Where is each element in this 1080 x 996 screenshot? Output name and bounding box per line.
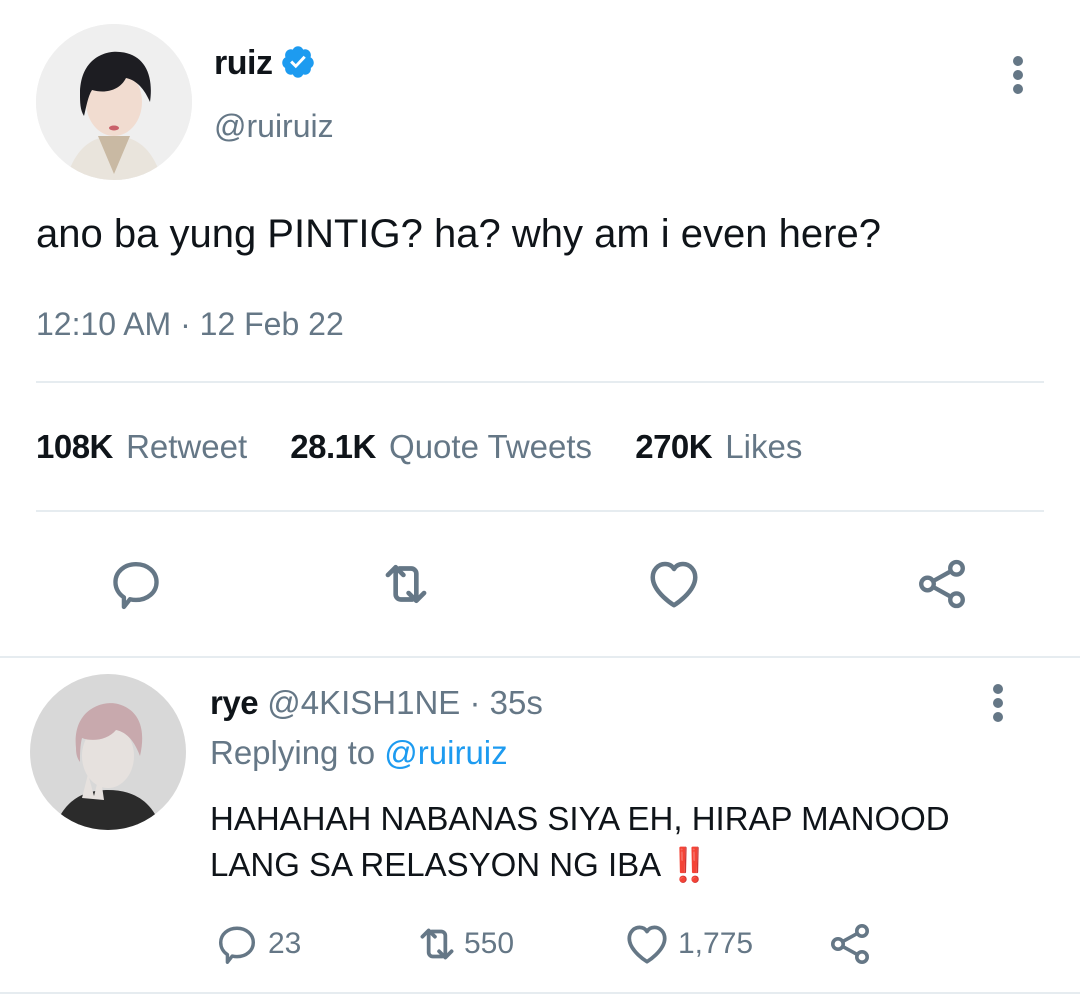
reply-button[interactable]	[104, 552, 168, 616]
reply-text: HAHAHAH NABANAS SIYA EH, HIRAP MANOOD LA…	[210, 796, 950, 888]
quotes-label: Quote Tweets	[389, 428, 593, 465]
reply-separator: ·	[460, 684, 490, 721]
reply-avatar[interactable]	[30, 674, 186, 830]
retweets-stat[interactable]: 108K Retweet	[36, 428, 256, 465]
main-display-name[interactable]: ruiz	[214, 44, 273, 83]
share-icon	[831, 924, 869, 964]
reply-reply-button[interactable]: 23	[214, 918, 301, 970]
reply-handle[interactable]: @4KISH1NE	[267, 684, 460, 721]
quotes-stat[interactable]: 28.1K Quote Tweets	[290, 428, 601, 465]
likes-stat[interactable]: 270K Likes	[635, 428, 802, 465]
divider	[36, 510, 1044, 512]
likes-label: Likes	[725, 428, 803, 465]
reply-display-name[interactable]: rye	[210, 684, 259, 721]
replying-to-handle[interactable]: @ruiruiz	[384, 734, 507, 771]
reply-count: 23	[268, 927, 302, 960]
reply-retweet-button[interactable]: 550	[412, 918, 514, 970]
tweet-stats: 108K Retweet 28.1K Quote Tweets 270K Lik…	[36, 428, 802, 466]
retweets-label: Retweet	[126, 428, 248, 465]
tweet-text: ano ba yung PINTIG? ha? why am i even he…	[36, 212, 881, 256]
divider	[0, 992, 1080, 994]
retweet-icon	[385, 564, 427, 604]
like-icon	[627, 925, 667, 964]
replying-to-label: Replying to	[210, 734, 376, 771]
retweet-count: 550	[464, 927, 515, 960]
tweet-timestamp[interactable]: 12:10 AM · 12 Feb 22	[36, 306, 344, 343]
reply-like-button[interactable]: 1,775	[622, 918, 753, 970]
divider	[36, 381, 1044, 383]
verified-badge-icon	[280, 44, 316, 80]
replying-to: Replying to @ruiruiz	[210, 734, 508, 772]
main-avatar[interactable]	[36, 24, 192, 180]
divider	[0, 656, 1080, 658]
reply-time[interactable]: 35s	[490, 684, 543, 721]
reply-text-line2: LANG SA RELASYON NG IBA	[210, 846, 660, 883]
reply-text-line2-wrap: LANG SA RELASYON NG IBA ‼️	[210, 842, 950, 888]
share-button[interactable]	[910, 552, 974, 616]
like-button[interactable]	[642, 552, 706, 616]
retweets-count: 108K	[36, 428, 113, 465]
share-icon	[919, 559, 965, 609]
double-exclamation-emoji: ‼️	[668, 846, 710, 883]
reply-more-icon[interactable]	[984, 684, 1012, 724]
more-icon[interactable]	[1004, 56, 1032, 96]
main-handle[interactable]: @ruiruiz	[214, 108, 334, 145]
quotes-count: 28.1K	[290, 428, 376, 465]
retweet-button[interactable]	[374, 552, 438, 616]
like-icon	[650, 561, 698, 608]
likes-count: 270K	[635, 428, 713, 465]
reply-share-button[interactable]	[826, 918, 878, 970]
retweet-icon	[420, 928, 454, 960]
reply-header: rye @4KISH1NE · 35s	[210, 684, 543, 722]
like-count: 1,775	[678, 927, 754, 960]
reply-text-line1: HAHAHAH NABANAS SIYA EH, HIRAP MANOOD	[210, 800, 950, 837]
reply-icon	[218, 926, 256, 964]
reply-icon	[113, 562, 159, 610]
